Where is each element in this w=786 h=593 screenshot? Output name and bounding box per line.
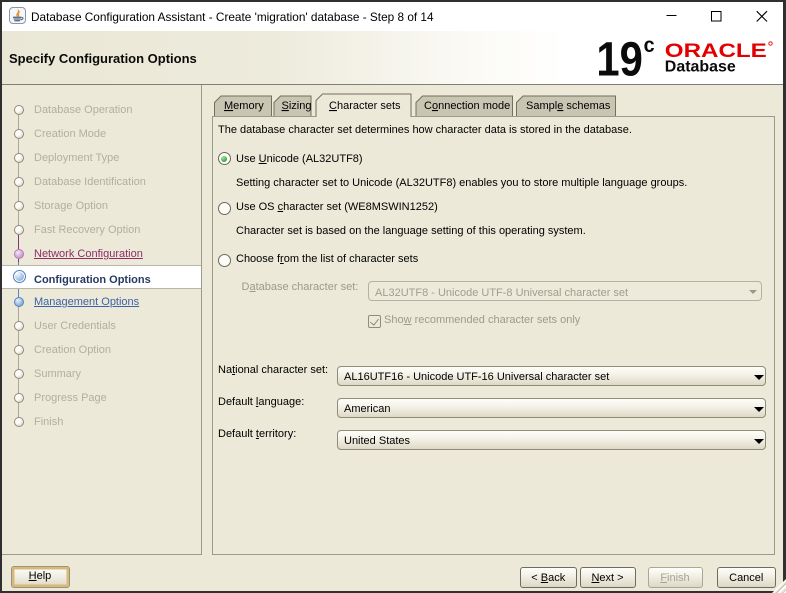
svg-text:Connection mode: Connection mode <box>424 100 510 112</box>
svg-text:Sample schemas: Sample schemas <box>526 100 611 112</box>
svg-text:19: 19 <box>596 34 643 84</box>
svg-text:c: c <box>644 34 655 57</box>
svg-text:Sizing: Sizing <box>282 100 312 112</box>
svg-text:Memory: Memory <box>224 100 264 112</box>
svg-text:Character sets: Character sets <box>329 100 401 112</box>
svg-text:Database: Database <box>665 59 736 76</box>
